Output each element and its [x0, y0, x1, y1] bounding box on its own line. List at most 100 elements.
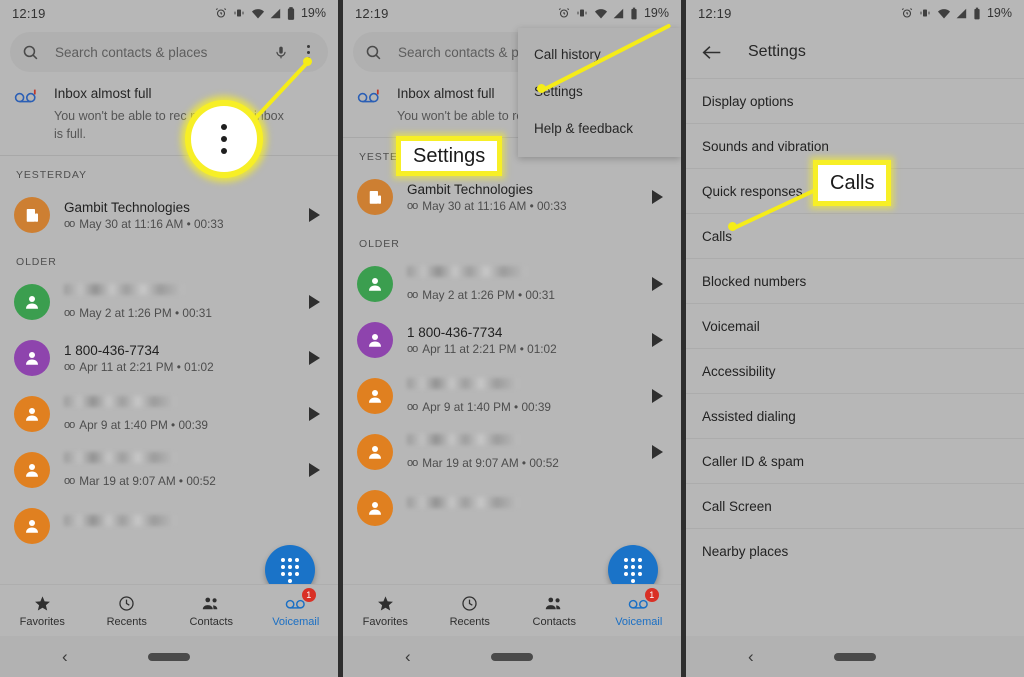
tab-label: Voicemail — [272, 616, 320, 628]
contact-name: 1 800-436-7734 — [64, 342, 160, 358]
menu-item-help-feedback[interactable]: Help & feedback — [518, 110, 681, 147]
tab-favorites[interactable]: Favorites — [0, 593, 85, 628]
play-icon[interactable] — [652, 389, 663, 404]
settings-row-calls[interactable]: Calls — [686, 213, 1024, 258]
settings-header: Settings — [686, 26, 1024, 78]
avatar — [357, 266, 393, 303]
screenshot-stage: 12:19 19% Search contacts & places Inbox… — [0, 0, 1024, 677]
call-timestamp: Mar 19 at 9:07 AM • 00:52 — [422, 456, 559, 471]
play-icon[interactable] — [309, 463, 320, 478]
vibrate-icon — [232, 7, 246, 19]
tab-contacts[interactable]: Contacts — [169, 593, 254, 628]
menu-item-call-history[interactable]: Call history — [518, 36, 681, 73]
home-pill[interactable] — [834, 652, 876, 661]
battery-percent: 19% — [643, 6, 669, 20]
list-item[interactable]: oo May 2 at 1:26 PM • 00:31 — [0, 274, 338, 330]
list-item[interactable]: Gambit Technologies oo May 30 at 11:16 A… — [0, 187, 338, 243]
voicemail-badge: 1 — [644, 588, 659, 602]
settings-row-blocked-numbers[interactable]: Blocked numbers — [686, 258, 1024, 303]
list-item[interactable]: 1 800-436-7734 oo Apr 11 at 2:21 PM • 01… — [343, 312, 681, 368]
promo-text: You won't be able to rec mail if your in… — [54, 107, 294, 143]
list-item[interactable]: oo Apr 9 at 1:40 PM • 00:39 — [343, 368, 681, 424]
tab-favorites[interactable]: Favorites — [343, 593, 428, 628]
call-timestamp: Apr 11 at 2:21 PM • 01:02 — [79, 359, 214, 374]
wifi-icon — [594, 8, 608, 19]
tab-recents[interactable]: Recents — [85, 593, 170, 628]
promo-text-part1: You won't be able to rec — [397, 109, 530, 123]
tab-label: Voicemail — [615, 616, 663, 628]
settings-row-display-options[interactable]: Display options — [686, 78, 1024, 123]
back-arrow-icon[interactable] — [702, 44, 722, 61]
contact-name-redacted — [64, 396, 176, 408]
android-nav-bar: ‹ — [686, 636, 1024, 677]
play-icon[interactable] — [309, 295, 320, 310]
list-item[interactable]: oo May 2 at 1:26 PM • 00:31 — [343, 256, 681, 312]
voicemail-inbox-promo[interactable]: Inbox almost full You won't be able to r… — [0, 72, 338, 157]
menu-item-settings[interactable]: Settings — [518, 73, 681, 110]
android-nav-bar: ‹ — [343, 636, 681, 677]
avatar — [357, 434, 393, 471]
list-item[interactable]: 1 800-436-7734 oo Apr 11 at 2:21 PM • 01… — [0, 330, 338, 386]
battery-percent: 19% — [986, 6, 1012, 20]
voicemail-icon — [357, 86, 383, 125]
call-info: oo Apr 9 at 1:40 PM • 00:39 — [64, 396, 295, 432]
call-timestamp: Apr 9 at 1:40 PM • 00:39 — [79, 418, 208, 433]
play-icon[interactable] — [652, 190, 663, 205]
list-item[interactable] — [343, 480, 681, 536]
settings-row-sounds-and-vibration[interactable]: Sounds and vibration — [686, 123, 1024, 168]
play-icon[interactable] — [652, 277, 663, 292]
avatar — [14, 396, 50, 433]
kebab-menu-icon[interactable] — [300, 42, 316, 62]
settings-row-assisted-dialing[interactable]: Assisted dialing — [686, 393, 1024, 438]
voicemail-glyph-icon: oo — [407, 199, 418, 212]
alarm-icon — [215, 7, 227, 19]
search-input[interactable]: Search contacts & places — [55, 45, 274, 60]
panel-settings: 12:19 19% Settings Display options Sound… — [686, 0, 1024, 677]
panel-overflow-menu: 12:19 19% Search contacts & places Inbox… — [343, 0, 681, 677]
status-time: 12:19 — [12, 5, 46, 21]
avatar — [14, 340, 50, 377]
play-icon[interactable] — [309, 407, 320, 422]
section-header-yesterday: YESTERDAY — [16, 169, 87, 182]
back-chevron-icon[interactable]: ‹ — [62, 648, 68, 665]
call-timestamp: May 2 at 1:26 PM • 00:31 — [422, 288, 555, 303]
vibrate-icon — [575, 7, 589, 19]
battery-icon — [973, 7, 981, 20]
voicemail-icon: 1 — [628, 588, 659, 613]
contact-name-redacted — [64, 452, 176, 464]
back-chevron-icon[interactable]: ‹ — [405, 648, 411, 665]
promo-text-part2: mail if — [190, 109, 223, 123]
settings-row-call-screen[interactable]: Call Screen — [686, 483, 1024, 528]
voicemail-glyph-icon: oo — [407, 289, 418, 302]
settings-row-accessibility[interactable]: Accessibility — [686, 348, 1024, 393]
tab-contacts[interactable]: Contacts — [512, 593, 597, 628]
list-item[interactable]: oo Mar 19 at 9:07 AM • 00:52 — [343, 424, 681, 480]
call-meta: oo Apr 9 at 1:40 PM • 00:39 — [407, 400, 638, 414]
section-header-older: OLDER — [16, 256, 57, 269]
play-icon[interactable] — [652, 333, 663, 348]
home-pill[interactable] — [491, 652, 533, 661]
avatar — [357, 490, 393, 527]
list-item[interactable]: oo Mar 19 at 9:07 AM • 00:52 — [0, 442, 338, 498]
settings-row-quick-responses[interactable]: Quick responses — [686, 168, 1024, 213]
play-icon[interactable] — [309, 351, 320, 366]
settings-row-voicemail[interactable]: Voicemail — [686, 303, 1024, 348]
settings-row-caller-id-and-spam[interactable]: Caller ID & spam — [686, 438, 1024, 483]
microphone-icon[interactable] — [274, 44, 288, 61]
play-icon[interactable] — [652, 445, 663, 460]
list-item[interactable]: Gambit Technologies oo May 30 at 11:16 A… — [343, 169, 681, 225]
call-meta: oo Mar 19 at 9:07 AM • 00:52 — [64, 474, 295, 488]
settings-row-nearby-places[interactable]: Nearby places — [686, 528, 1024, 573]
back-chevron-icon[interactable]: ‹ — [748, 648, 754, 665]
call-info: 1 800-436-7734 oo Apr 11 at 2:21 PM • 01… — [407, 325, 638, 356]
tab-voicemail[interactable]: 1 Voicemail — [254, 588, 339, 628]
section-header-older: OLDER — [359, 238, 400, 251]
tab-voicemail[interactable]: 1 Voicemail — [597, 588, 682, 628]
search-bar[interactable]: Search contacts & places — [10, 32, 328, 72]
call-meta: oo May 30 at 11:16 AM • 00:33 — [64, 217, 295, 231]
call-list: YESTERDAY Gambit Technologies oo May 30 … — [0, 156, 338, 554]
list-item[interactable]: oo Apr 9 at 1:40 PM • 00:39 — [0, 386, 338, 442]
tab-recents[interactable]: Recents — [428, 593, 513, 628]
home-pill[interactable] — [148, 652, 190, 661]
play-icon[interactable] — [309, 208, 320, 223]
